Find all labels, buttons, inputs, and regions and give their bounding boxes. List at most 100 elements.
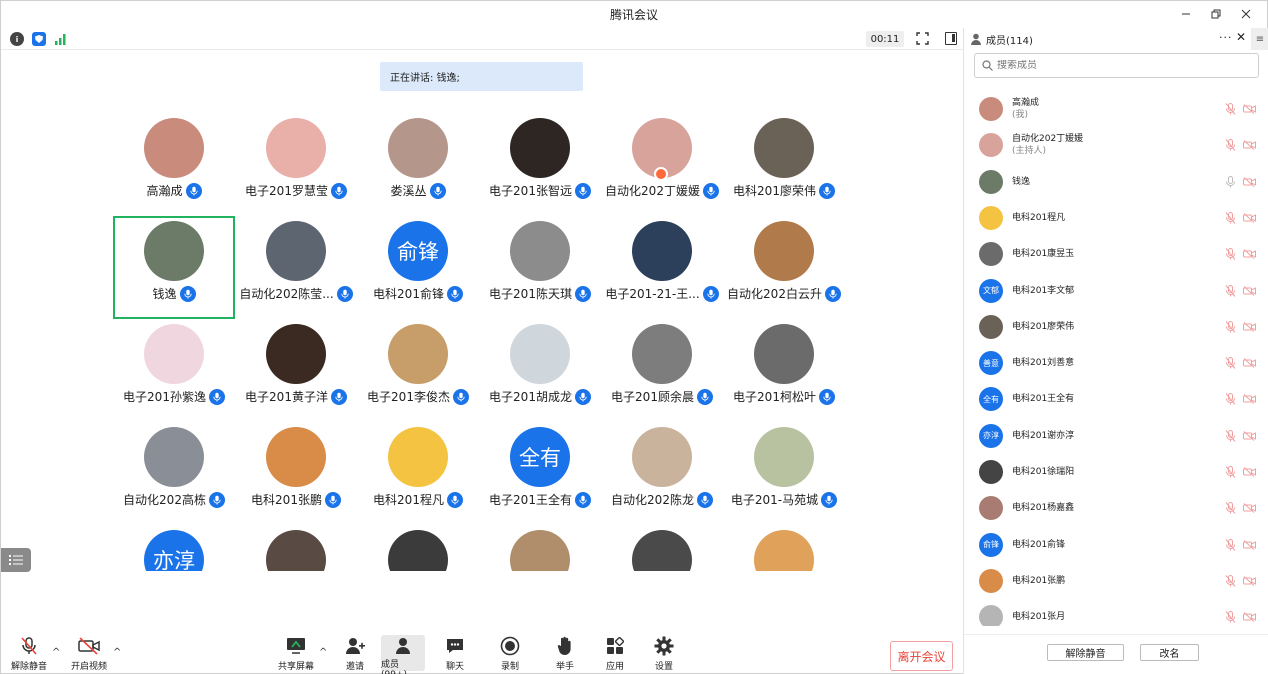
participant-tile[interactable]: 钱逸 xyxy=(113,216,235,319)
member-row[interactable]: 俞锋 电科201俞锋 xyxy=(964,527,1268,563)
more-options-icon[interactable]: ··· xyxy=(1219,31,1233,44)
member-row[interactable]: 电科201张月 xyxy=(964,599,1268,626)
record-button[interactable]: 录制 xyxy=(488,635,532,672)
participant-tile[interactable] xyxy=(723,525,845,571)
member-row[interactable]: 电科201康昱玉 xyxy=(964,236,1268,272)
member-row[interactable]: 电科201徐瑞阳 xyxy=(964,454,1268,490)
settings-button[interactable]: 设置 xyxy=(642,635,686,672)
member-row[interactable]: 电科201张鹏 xyxy=(964,563,1268,599)
participant-tile[interactable]: 电子201顾余晨 xyxy=(601,319,723,422)
member-row[interactable]: 钱逸 xyxy=(964,164,1268,200)
participant-tile[interactable]: 电子201-21-王... xyxy=(601,216,723,319)
panel-menu-icon[interactable]: ≡ xyxy=(1251,28,1268,50)
participant-tile[interactable]: 电子201罗慧莹 xyxy=(235,113,357,216)
member-row[interactable]: 全有 电科201王全有 xyxy=(964,381,1268,417)
member-row[interactable]: 电科201杨嘉鑫 xyxy=(964,490,1268,526)
camera-off-icon[interactable] xyxy=(1243,430,1256,441)
close-panel-icon[interactable]: ✕ xyxy=(1236,30,1246,44)
camera-off-icon[interactable] xyxy=(1243,576,1256,586)
share-options-chevron[interactable]: ^ xyxy=(319,647,327,658)
shield-icon[interactable] xyxy=(32,32,46,46)
mic-muted-icon[interactable] xyxy=(1225,103,1236,115)
participant-tile[interactable]: 全有 电子201王全有 xyxy=(479,422,601,525)
member-row[interactable]: 高瀚成 (我) xyxy=(964,91,1268,127)
member-row[interactable]: 自动化202丁媛媛 (主持人) xyxy=(964,127,1268,163)
camera-off-icon[interactable] xyxy=(1243,539,1256,550)
camera-off-icon[interactable] xyxy=(1243,140,1256,151)
mic-muted-icon[interactable] xyxy=(1225,574,1236,587)
layout-toggle-icon[interactable] xyxy=(945,32,957,45)
camera-off-icon[interactable] xyxy=(1243,285,1256,296)
start-video-button[interactable]: 开启视频 xyxy=(67,635,111,672)
member-row[interactable]: 电科201廖荣伟 xyxy=(964,309,1268,345)
member-row[interactable]: 亦淳 电科201谢亦淳 xyxy=(964,418,1268,454)
participant-tile[interactable]: 电科201张鹏 xyxy=(235,422,357,525)
participant-tile[interactable]: 电子201柯松叶 xyxy=(723,319,845,422)
participant-tile[interactable]: 自动化202陈莹... xyxy=(235,216,357,319)
participant-tile[interactable]: 亦淳 xyxy=(113,525,235,571)
mic-muted-icon[interactable] xyxy=(1225,502,1236,515)
participant-tile[interactable] xyxy=(479,525,601,571)
video-options-chevron[interactable]: ^ xyxy=(113,647,121,658)
member-row[interactable]: 善意 电科201刘善意 xyxy=(964,345,1268,381)
member-search-field[interactable] xyxy=(974,53,1259,78)
rename-button[interactable]: 改名 xyxy=(1140,644,1199,661)
mic-muted-icon[interactable] xyxy=(1225,284,1236,297)
participant-tile[interactable]: 电子201陈天琪 xyxy=(479,216,601,319)
participant-tile[interactable]: 俞锋 电科201俞锋 xyxy=(357,216,479,319)
fullscreen-icon[interactable] xyxy=(916,32,929,45)
unmute-button[interactable]: 解除静音 xyxy=(7,635,51,672)
camera-off-icon[interactable] xyxy=(1243,176,1256,187)
mic-muted-icon[interactable] xyxy=(1225,538,1236,551)
participant-tile[interactable]: 高瀚成 xyxy=(113,113,235,216)
camera-off-icon[interactable] xyxy=(1243,467,1256,477)
minimize-button[interactable] xyxy=(1171,1,1201,27)
member-search-input[interactable] xyxy=(997,60,1237,71)
info-icon[interactable] xyxy=(10,32,24,46)
camera-off-icon[interactable] xyxy=(1243,104,1256,114)
participant-tile[interactable]: 电子201孙紫逸 xyxy=(113,319,235,422)
camera-off-icon[interactable] xyxy=(1243,321,1256,332)
participant-tile[interactable]: 电科201廖荣伟 xyxy=(723,113,845,216)
mic-muted-icon[interactable] xyxy=(1225,393,1236,406)
participant-tile[interactable]: 电科201程凡 xyxy=(357,422,479,525)
mic-muted-icon[interactable] xyxy=(1225,139,1236,152)
share-screen-button[interactable]: 共享屏幕 xyxy=(274,635,318,672)
participant-tile[interactable] xyxy=(601,525,723,571)
participant-tile[interactable]: 电子201黄子洋 xyxy=(235,319,357,422)
camera-off-icon[interactable] xyxy=(1243,249,1256,260)
camera-off-icon[interactable] xyxy=(1243,213,1256,223)
side-list-toggle[interactable] xyxy=(1,548,31,572)
participant-tile[interactable]: 自动化202丁媛媛 xyxy=(601,113,723,216)
camera-off-icon[interactable] xyxy=(1243,358,1256,368)
chat-button[interactable]: 聊天 xyxy=(433,635,477,672)
participant-tile[interactable]: 自动化202白云升 xyxy=(723,216,845,319)
participant-tile[interactable]: 自动化202陈龙 xyxy=(601,422,723,525)
signal-icon[interactable] xyxy=(54,32,68,46)
member-row[interactable]: 电科201程凡 xyxy=(964,200,1268,236)
mic-muted-icon[interactable] xyxy=(1225,320,1236,333)
close-window-button[interactable] xyxy=(1231,1,1261,27)
camera-off-icon[interactable] xyxy=(1243,503,1256,514)
mic-options-chevron[interactable]: ^ xyxy=(52,647,60,658)
participant-tile[interactable]: 电子201-马苑城 xyxy=(723,422,845,525)
mute-all-unmute-button[interactable]: 解除静音 xyxy=(1047,644,1124,661)
camera-off-icon[interactable] xyxy=(1243,612,1256,623)
raise-hand-button[interactable]: 举手 xyxy=(543,635,587,672)
mic-muted-icon[interactable] xyxy=(1225,211,1236,224)
leave-meeting-button[interactable]: 离开会议 xyxy=(890,641,953,671)
participant-tile[interactable]: 自动化202高栋 xyxy=(113,422,235,525)
participant-tile[interactable]: 电子201李俊杰 xyxy=(357,319,479,422)
invite-button[interactable]: 邀请 xyxy=(333,635,377,672)
participant-tile[interactable] xyxy=(235,525,357,571)
mic-muted-icon[interactable] xyxy=(1225,466,1236,478)
member-row[interactable]: 文郁 电科201李文郁 xyxy=(964,273,1268,309)
apps-button[interactable]: 应用 xyxy=(593,635,637,672)
participant-tile[interactable]: 娄溪丛 xyxy=(357,113,479,216)
participant-tile[interactable]: 电子201张智远 xyxy=(479,113,601,216)
mic-icon[interactable] xyxy=(1225,175,1236,188)
mic-muted-icon[interactable] xyxy=(1225,611,1236,624)
mic-muted-icon[interactable] xyxy=(1225,248,1236,261)
mic-muted-icon[interactable] xyxy=(1225,429,1236,442)
restore-button[interactable] xyxy=(1201,1,1231,27)
